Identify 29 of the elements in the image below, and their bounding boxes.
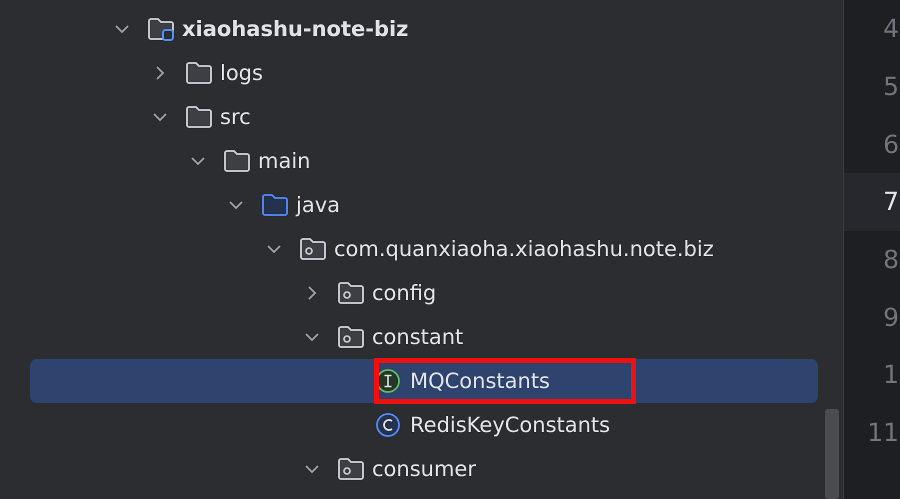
tree-item[interactable]: java	[30, 183, 818, 227]
line-number: 4	[883, 14, 899, 44]
folder-icon	[184, 103, 214, 131]
line-number: 6	[883, 130, 899, 159]
tree-item[interactable]: xiaohashu-note-biz	[30, 7, 818, 51]
tree-item[interactable]: src	[30, 95, 818, 139]
package-folder-icon	[336, 279, 366, 307]
line-number: 5	[883, 72, 899, 102]
folder-icon	[260, 191, 290, 219]
folder-icon	[222, 147, 252, 175]
line-number: 9	[883, 302, 899, 332]
package-folder-icon	[298, 235, 328, 263]
module-folder-icon	[146, 15, 176, 43]
tree-item[interactable]: constant	[30, 315, 818, 359]
line-number: 7	[883, 187, 899, 216]
tree-item[interactable]: config	[30, 271, 818, 315]
folder-icon	[184, 59, 214, 87]
tree-item[interactable]: MQConstants	[30, 359, 818, 403]
line-number: 1	[883, 360, 899, 390]
tree-item[interactable]: com.quanxiaoha.xiaohashu.note.biz	[30, 227, 818, 271]
line-number: 8	[883, 245, 899, 274]
scrollbar-thumb[interactable]	[825, 409, 839, 499]
tree-item[interactable]: RedisKeyConstants	[30, 403, 818, 447]
line-number: 11	[867, 418, 899, 448]
tree-item[interactable]: consumer	[30, 447, 818, 491]
package-folder-icon	[336, 455, 366, 483]
tree-item[interactable]: logs	[30, 51, 818, 95]
tree-item[interactable]: main	[30, 139, 818, 183]
package-folder-icon	[336, 323, 366, 351]
